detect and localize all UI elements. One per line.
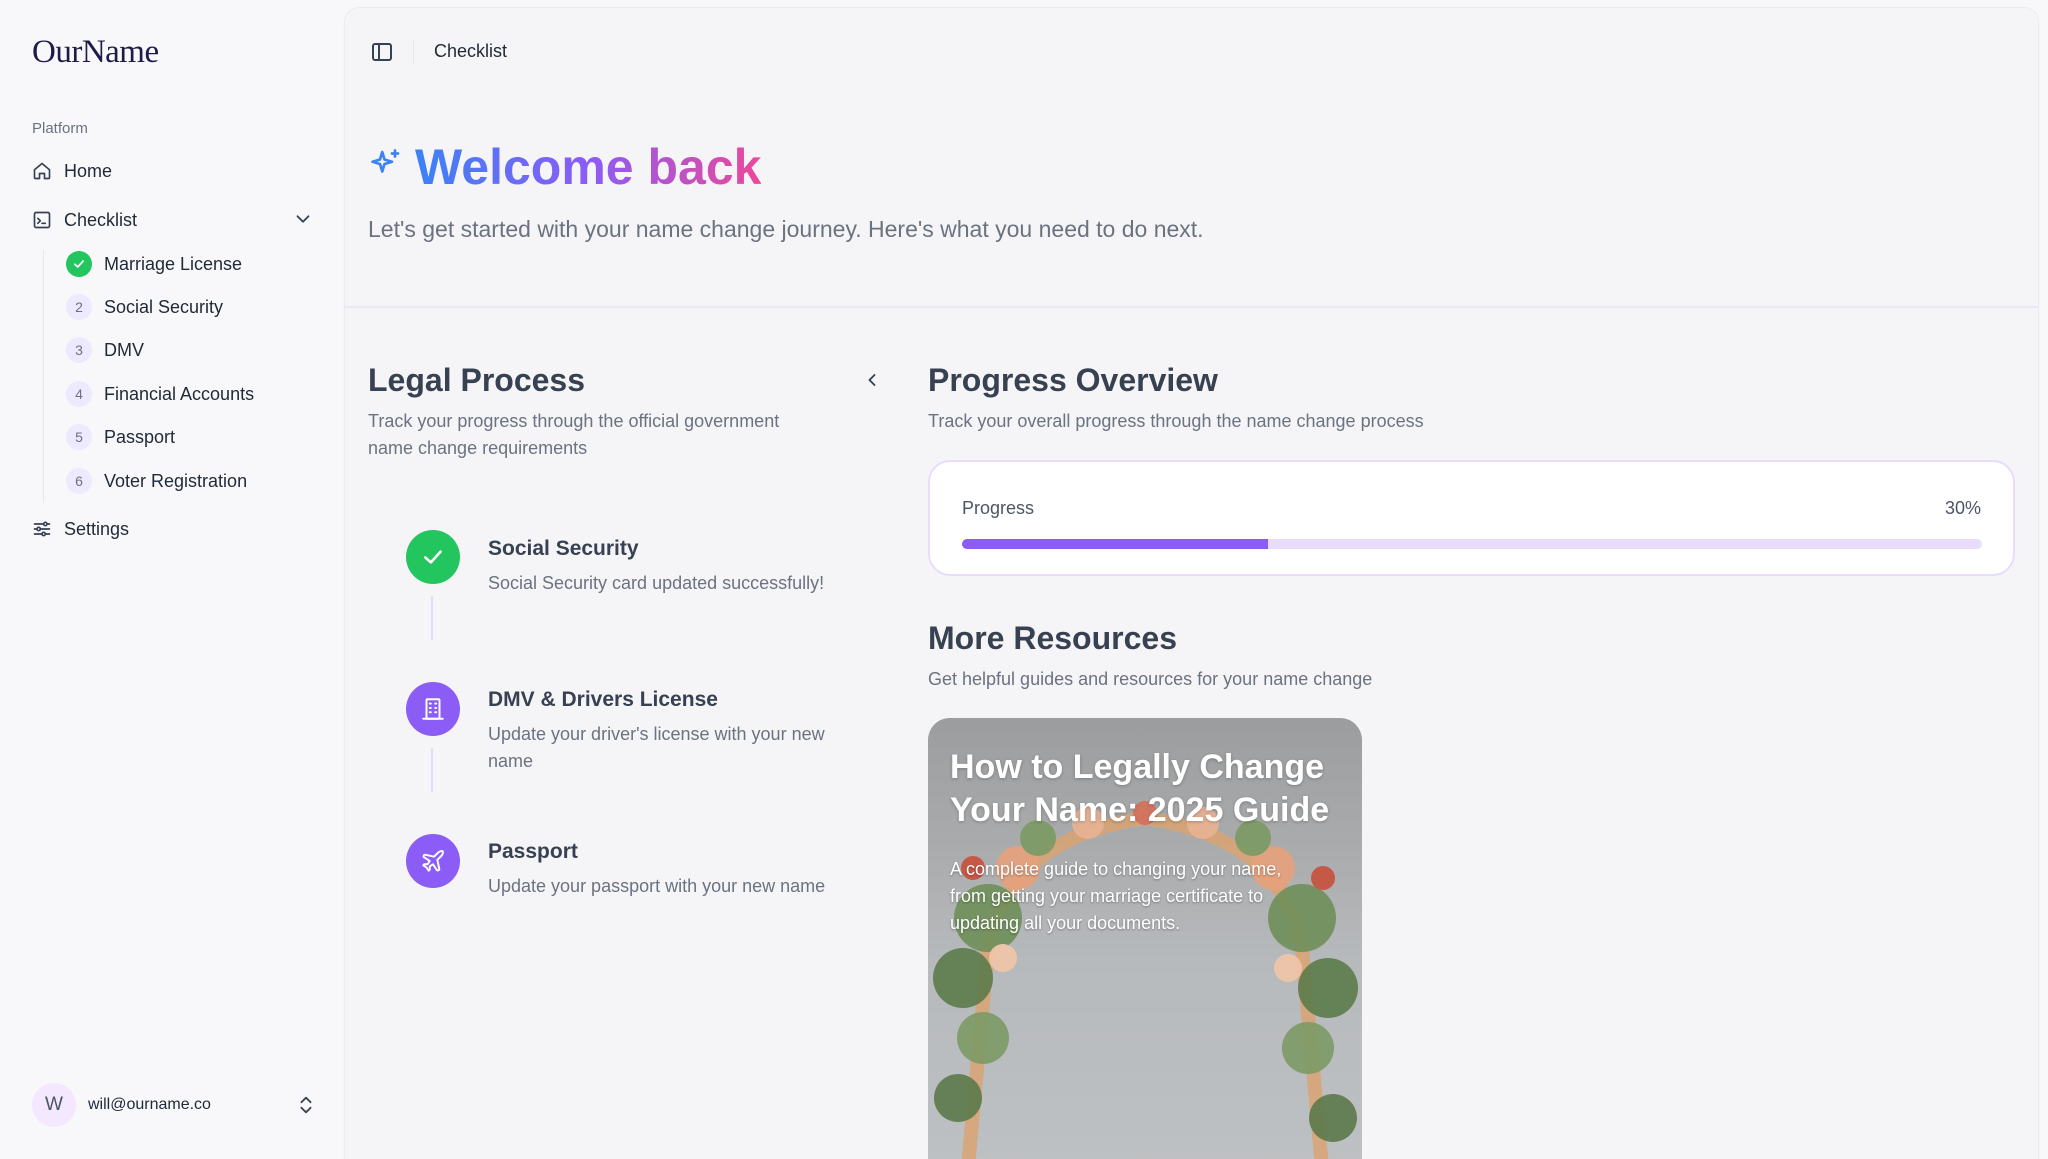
checklist-item-marriage-license[interactable]: Marriage License — [66, 250, 242, 278]
progress-card: Progress 30% — [928, 460, 2015, 576]
sidebar-item-settings[interactable]: Settings — [32, 515, 129, 543]
avatar: W — [32, 1083, 76, 1127]
checklist-item-label: DMV — [104, 339, 144, 360]
home-icon — [33, 162, 51, 180]
progress-value: 30% — [1944, 498, 1981, 518]
section-divider — [345, 306, 2038, 308]
resource-card-description: A complete guide to changing your name, … — [950, 859, 1282, 933]
chevron-left-icon[interactable] — [862, 370, 882, 390]
chevron-down-icon[interactable] — [292, 208, 314, 230]
resource-card-title: How to Legally Change Your Name: 2025 Gu… — [950, 748, 1330, 829]
step-number-badge: 2 — [66, 294, 92, 320]
chevrons-up-down-icon — [300, 1096, 312, 1114]
step-connector — [431, 748, 433, 792]
checklist-item-social-security[interactable]: 2 Social Security — [66, 293, 223, 321]
checklist-item-label: Marriage License — [104, 253, 243, 274]
sidebar-item-checklist[interactable]: Checklist — [32, 206, 137, 234]
sidebar-item-label: Settings — [64, 518, 130, 539]
checklist-item-voter-registration[interactable]: 6 Voter Registration — [66, 467, 247, 495]
user-menu[interactable]: W will@ourname.co — [32, 1083, 317, 1127]
legal-process-title: Legal Process — [368, 362, 585, 398]
step-connector — [431, 596, 433, 640]
plane-icon — [422, 850, 444, 872]
progress-overview-description: Track your overall progress through the … — [928, 411, 1424, 431]
checklist-item-dmv[interactable]: 3 DMV — [66, 336, 144, 364]
user-email: will@ourname.co — [88, 1096, 211, 1113]
step-description: Update your driver's license with your n… — [488, 724, 825, 771]
topbar-divider — [413, 40, 414, 64]
step-title: Social Security — [488, 537, 639, 560]
step-description: Social Security card updated successfull… — [488, 573, 825, 593]
breadcrumb: Checklist — [434, 41, 508, 61]
more-resources-description: Get helpful guides and resources for you… — [928, 669, 1373, 689]
step-status-pending — [406, 682, 460, 736]
check-icon — [424, 550, 442, 564]
legal-process-description: Track your progress through the official… — [368, 411, 780, 458]
check-icon — [74, 260, 84, 268]
step-title: DMV & Drivers License — [488, 688, 718, 711]
step-description: Update your passport with your new name — [488, 876, 826, 896]
sparkles-icon — [371, 149, 400, 173]
sidebar-item-home[interactable]: Home — [32, 157, 112, 185]
check-badge — [66, 251, 92, 277]
step-number-badge: 6 — [66, 468, 92, 494]
logo[interactable]: OurName — [32, 34, 159, 71]
step-number-badge: 5 — [66, 424, 92, 450]
resource-card[interactable]: How to Legally Change Your Name: 2025 Gu… — [928, 718, 1362, 1159]
progress-bar-fill — [962, 539, 1268, 549]
checklist-item-financial-accounts[interactable]: 4 Financial Accounts — [66, 380, 254, 408]
sidebar-toggle-icon[interactable] — [370, 40, 394, 64]
main-panel: Checklist Welcome back Let's get started… — [345, 8, 2038, 1159]
checklist-item-label: Passport — [104, 426, 176, 447]
checklist-item-passport[interactable]: 5 Passport — [66, 423, 175, 451]
more-resources-title: More Resources — [928, 620, 1177, 656]
progress-overview-title: Progress Overview — [928, 362, 1218, 398]
step-status-pending — [406, 834, 460, 888]
section-label-platform: Platform — [32, 120, 88, 137]
page-subtitle: Let's get started with your name change … — [368, 216, 1204, 242]
progress-bar — [962, 539, 1982, 549]
checklist-item-label: Financial Accounts — [104, 383, 255, 404]
page-title: Welcome back — [415, 139, 762, 195]
checklist-item-label: Voter Registration — [104, 470, 248, 491]
step-number-badge: 4 — [66, 381, 92, 407]
step-status-complete — [406, 530, 460, 584]
building-icon — [422, 698, 444, 720]
sliders-icon — [33, 521, 51, 537]
subtree-line — [43, 250, 44, 503]
sidebar: OurName Platform Home Checklist Marriage… — [0, 0, 345, 1159]
step-title: Passport — [488, 840, 578, 863]
sidebar-item-label: Home — [64, 160, 113, 181]
progress-label: Progress — [962, 498, 1035, 518]
step-number-badge: 3 — [66, 337, 92, 363]
checklist-icon — [33, 211, 51, 229]
sidebar-item-label: Checklist — [64, 209, 138, 230]
checklist-item-label: Social Security — [104, 296, 224, 317]
